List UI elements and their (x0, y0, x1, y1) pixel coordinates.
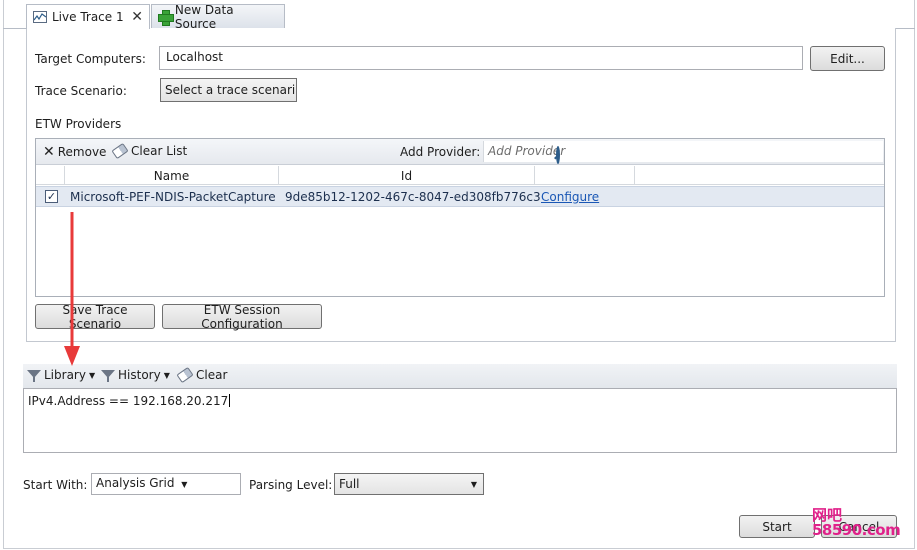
tab-new-data-source[interactable]: New Data Source (151, 2, 285, 31)
provider-name: Microsoft-PEF-NDIS-PacketCapture (70, 190, 276, 204)
id-column-header[interactable]: Id (279, 166, 535, 185)
clear-filter-button[interactable]: Clear (176, 366, 228, 384)
chevron-down-icon: ▼ (470, 479, 477, 489)
trace-scenario-dropdown[interactable]: Select a trace scenari ▼ (160, 78, 297, 102)
table-row[interactable]: ✓ Microsoft-PEF-NDIS-PacketCapture 9de85… (36, 186, 884, 207)
providers-column-headers: Name Id (36, 166, 884, 185)
tab-new-data-source-label: New Data Source (174, 2, 234, 31)
parsing-level-value: Full (339, 477, 360, 491)
target-computers-label: Target Computers: (35, 52, 146, 66)
add-provider-placeholder: Add Provider (488, 144, 566, 158)
remove-label: Remove (57, 145, 107, 159)
trace-scenario-label: Trace Scenario: (35, 84, 127, 98)
tab-live-trace[interactable]: Live Trace 1 ✕ (26, 4, 150, 29)
provider-id: 9de85b12-1202-467c-8047-ed308fb776c3 (285, 190, 541, 204)
close-tab-icon[interactable]: ✕ (131, 9, 143, 25)
filter-expression: IPv4.Address == 192.168.20.217 (28, 394, 229, 408)
target-computers-input[interactable]: Localhost (159, 46, 803, 70)
tab-live-trace-label: Live Trace 1 (52, 10, 124, 24)
add-provider-label: Add Provider: (400, 145, 481, 159)
name-column-header[interactable]: Name (65, 166, 279, 185)
clear-filter-label: Clear (196, 368, 228, 382)
eraser-icon (176, 366, 194, 384)
chevron-down-icon: ▼ (163, 370, 170, 380)
start-with-value: Analysis Grid (96, 476, 175, 490)
add-icon (158, 9, 174, 26)
edit-button[interactable]: Edit... (810, 46, 885, 71)
filter-library-icon (27, 369, 41, 382)
remove-button[interactable]: ✕ Remove (43, 144, 106, 160)
add-provider-input[interactable]: Add Provider (483, 141, 883, 164)
chevron-down-icon: ▼ (88, 370, 96, 380)
save-trace-scenario-button[interactable]: Save Trace Scenario (35, 303, 155, 331)
etw-session-configuration-button[interactable]: ETW Session Configuration (162, 303, 322, 331)
parsing-level-label: Parsing Level: (249, 478, 333, 492)
remove-icon: ✕ (43, 144, 55, 160)
eraser-icon (111, 142, 129, 160)
provider-enabled-checkbox[interactable]: ✓ (45, 190, 58, 203)
trace-chart-icon (33, 11, 47, 23)
providers-toolbar: ✕ Remove Clear List Add Provider: Add Pr… (36, 139, 884, 165)
filter-history-icon (101, 369, 115, 382)
library-dropdown[interactable]: Library ▼ (27, 368, 95, 382)
start-button[interactable]: Start (739, 515, 815, 538)
start-with-dropdown[interactable]: Analysis Grid ▼ (91, 473, 241, 495)
parsing-level-dropdown[interactable]: Full ▼ (334, 473, 484, 495)
clear-list-button[interactable]: Clear List (111, 142, 188, 160)
watermark-line2: 58590.com (812, 521, 901, 539)
clear-list-label: Clear List (131, 144, 188, 158)
search-icon[interactable] (556, 146, 561, 164)
target-computers-value: Localhost (166, 50, 224, 64)
configure-link[interactable]: Configure (541, 190, 599, 204)
filter-text-editor[interactable]: IPv4.Address == 192.168.20.217 (23, 388, 897, 453)
history-dropdown[interactable]: History ▼ (101, 368, 170, 382)
etw-providers-grid: ✕ Remove Clear List Add Provider: Add Pr… (35, 138, 885, 297)
action-column-header (535, 166, 635, 185)
checkbox-column-header (36, 166, 65, 185)
history-label: History (118, 368, 161, 382)
annotation-arrow-icon (64, 212, 80, 366)
etw-providers-label: ETW Providers (35, 117, 122, 131)
trace-scenario-value: Select a trace scenari (165, 83, 296, 97)
chevron-down-icon: ▼ (181, 480, 188, 489)
filter-toolbar: Library ▼ History ▼ Clear (23, 364, 897, 388)
site-watermark: 网吧 58590.com (812, 508, 901, 539)
library-label: Library (44, 368, 86, 382)
start-with-label: Start With: (23, 478, 88, 492)
text-cursor (229, 394, 231, 407)
